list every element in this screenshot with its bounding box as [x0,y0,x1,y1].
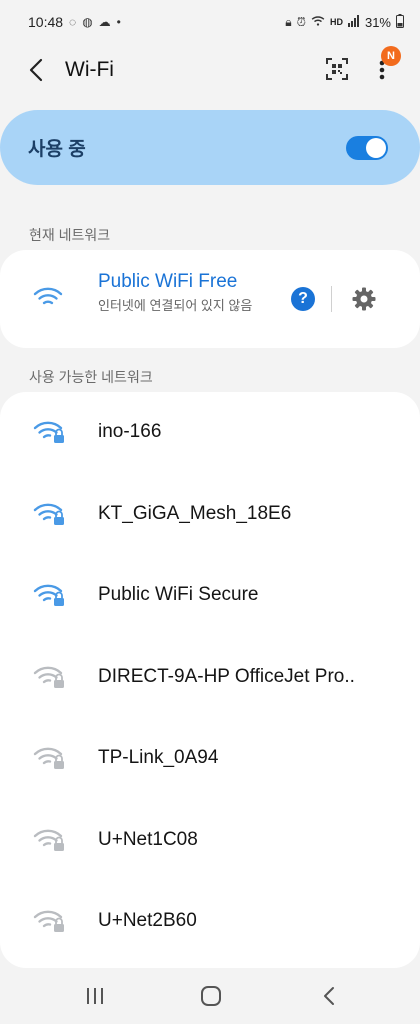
battery-level: 31% [364,14,391,30]
network-list-item[interactable]: U+Net2B60 [0,881,420,962]
network-name: DIRECT-9A-HP OfficeJet Pro.. [98,666,355,687]
help-icon[interactable]: ? [291,287,315,311]
recent-apps-button[interactable] [80,982,110,1010]
gear-icon [352,287,376,311]
wifi-locked-icon [33,828,67,857]
signal-icon [347,14,360,30]
network-list-item[interactable]: ino-166 [0,392,420,473]
network-name: KT_GiGA_Mesh_18E6 [98,503,292,524]
status-bar: 10:48 ◌ ◍ ☁ • 🔒︎ ⏰︎ HD 31% [0,0,420,44]
app-header: Wi-Fi [0,44,420,96]
back-nav-button[interactable] [314,982,344,1010]
network-name: ino-166 [98,421,162,442]
network-name: TP-Link_0A94 [98,747,219,768]
wifi-locked-icon [33,909,67,938]
wifi-locked-icon [33,665,67,694]
home-button[interactable] [196,982,226,1010]
page-title: Wi-Fi [65,58,114,81]
back-button[interactable] [22,56,50,84]
network-list-item[interactable]: U+Net1C08 [0,800,420,881]
wifi-toggle[interactable] [346,135,388,160]
current-network-status: 인터넷에 연결되어 있지 않음 [98,298,253,313]
network-list-item[interactable]: Public WiFi Secure [0,555,420,636]
talk-icon: ◍ [82,15,93,29]
master-switch-label: 사용 중 [28,139,86,160]
back-nav-icon [324,987,334,1005]
status-right: 🔒︎ ⏰︎ HD 31% [285,13,404,31]
cloud-icon: ☁ [98,15,111,29]
available-networks-section-label: 사용 가능한 네트워크 [29,369,153,385]
current-network-section-label: 현재 네트워크 [29,227,111,243]
network-settings-button[interactable] [351,286,377,312]
wifi-status-icon [311,15,325,30]
vertical-divider [331,286,332,312]
status-left: 10:48 ◌ ◍ ☁ • [28,14,121,30]
hd-label: HD [329,17,343,27]
network-name: U+Net1C08 [98,829,198,850]
status-time: 10:48 [28,14,64,30]
network-list-item[interactable]: DIRECT-9A-HP OfficeJet Pro.. [0,637,420,718]
back-arrow-icon [29,58,43,82]
current-network-ssid: Public WiFi Free [98,271,238,292]
toggle-knob [366,137,386,158]
navigation-bar [0,968,420,1024]
wifi-locked-icon [33,502,67,531]
wifi-locked-icon [33,420,67,449]
available-networks-card: ino-166 KT_GiGA_Mesh_18E6 Public WiFi Se… [0,392,420,968]
wifi-signal-icon [33,286,63,313]
wifi-master-switch-row[interactable]: 사용 중 [0,110,420,185]
current-network-card[interactable]: Public WiFi Free 인터넷에 연결되어 있지 않음 ? [0,250,420,348]
network-list-item[interactable]: TP-Link_0A94 [0,718,420,799]
notification-badge: N [381,46,401,66]
network-name: U+Net2B60 [98,910,197,931]
dot-icon: • [116,15,121,29]
alarm-icon: ⏰︎ [296,14,306,29]
battery-icon [396,13,404,31]
network-name: Public WiFi Secure [98,584,259,605]
wifi-locked-icon [33,583,67,612]
wifi-locked-icon [33,746,67,775]
recent-apps-icon [87,988,103,1004]
home-icon [201,986,221,1006]
chat-icon: ◌ [69,15,77,29]
qr-scan-button[interactable] [324,56,350,82]
network-list-item[interactable]: KT_GiGA_Mesh_18E6 [0,474,420,555]
lock-icon: 🔒︎ [285,14,292,29]
qr-code-icon [326,58,348,80]
